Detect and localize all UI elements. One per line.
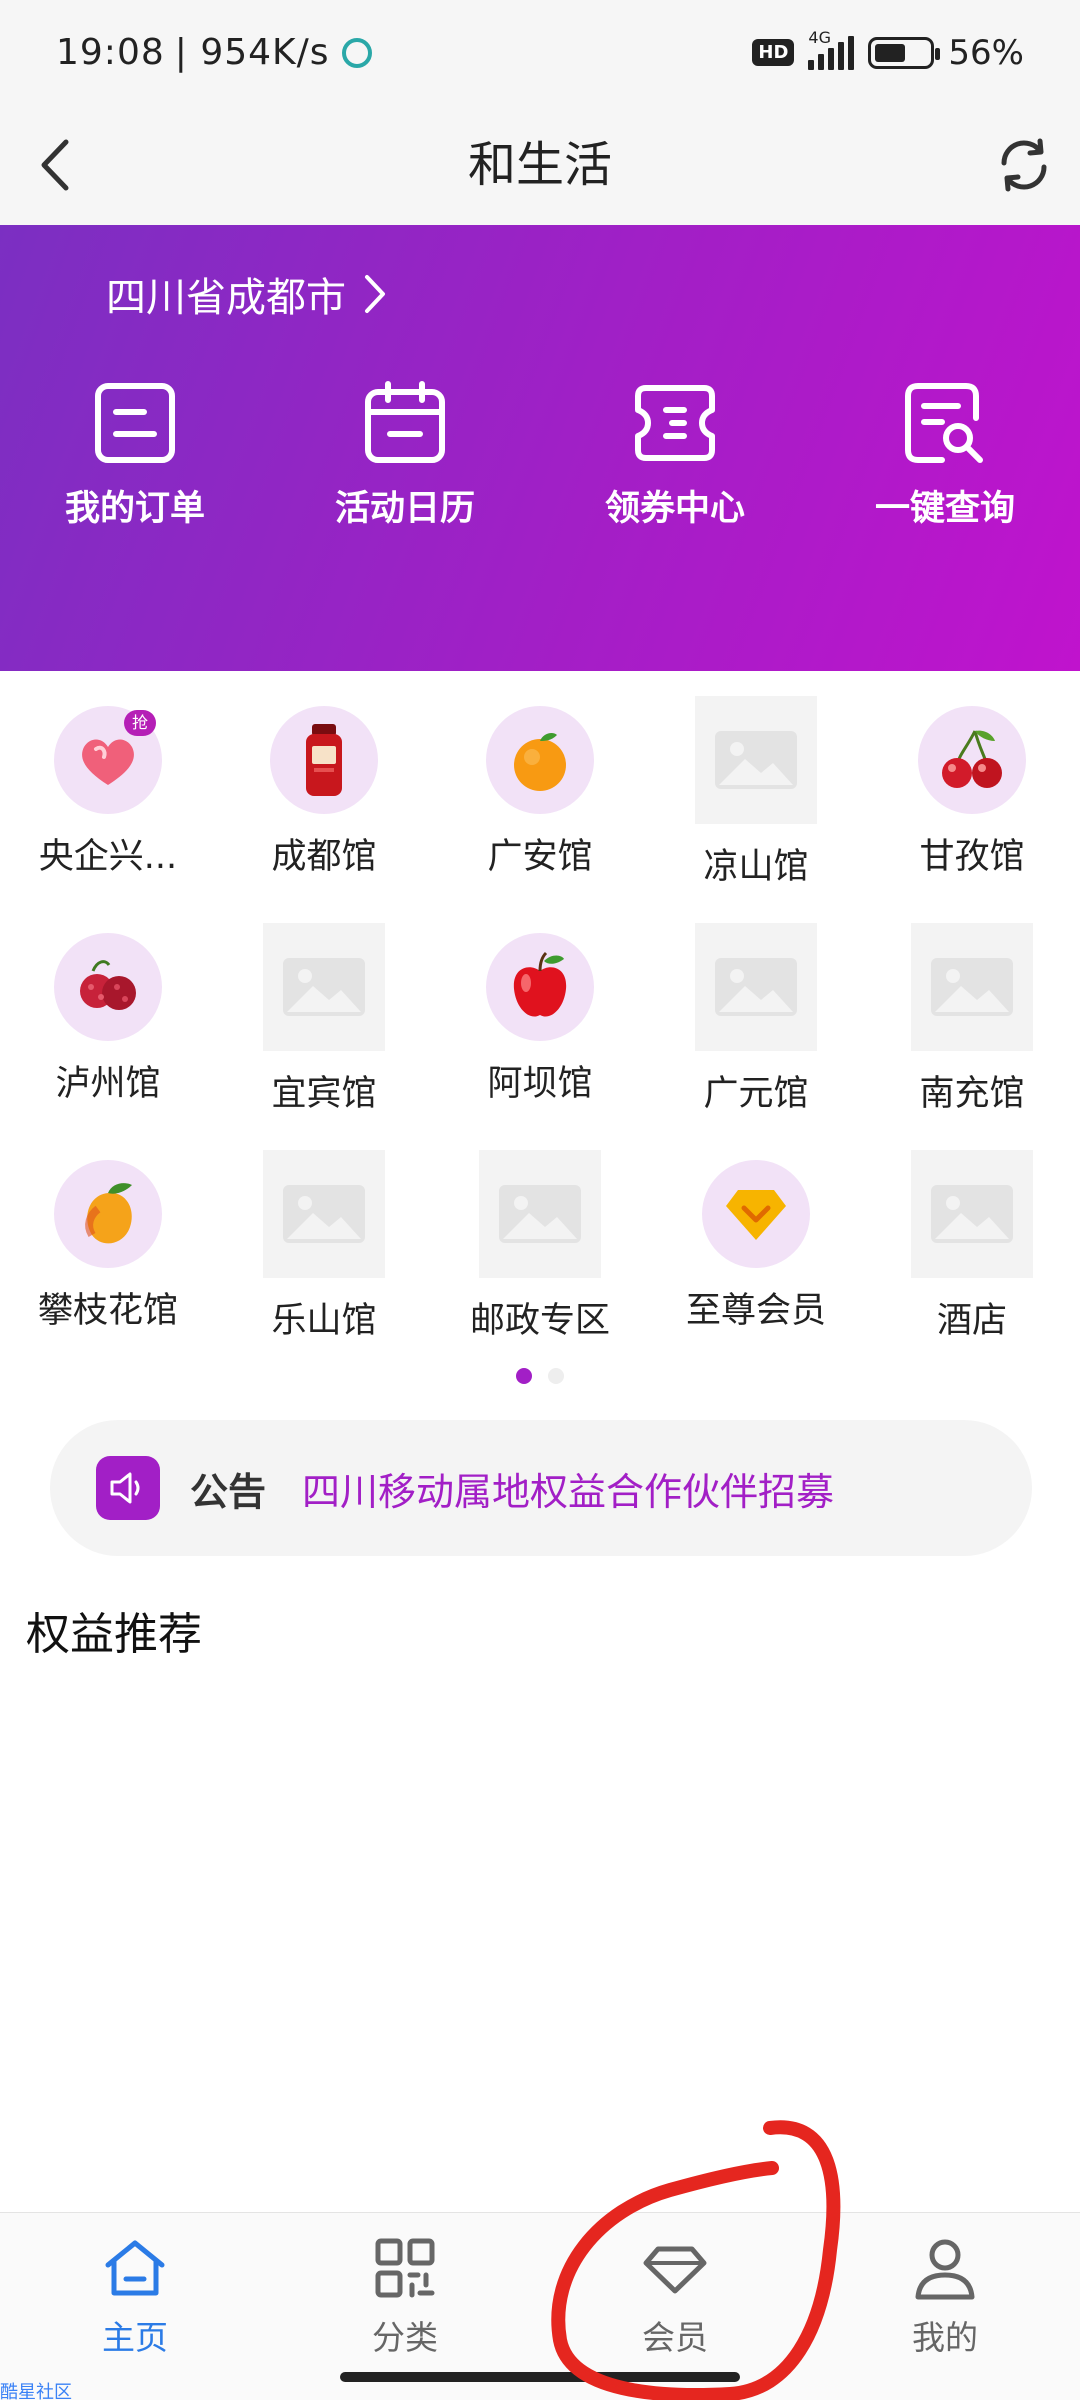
image-placeholder-icon — [911, 923, 1033, 1051]
page-dot — [548, 1368, 564, 1384]
page-title: 和生活 — [467, 137, 612, 193]
battery-icon — [868, 36, 941, 69]
category-badge: 抢 — [124, 710, 156, 736]
page-indicator — [0, 1368, 1080, 1384]
notice-label: 公告 — [190, 1469, 267, 1514]
jar-icon — [270, 706, 378, 814]
nav-mine[interactable]: 我的 — [810, 2213, 1080, 2400]
category-item[interactable]: 宜宾馆 — [216, 917, 432, 1144]
quick-action-label: 一键查询 — [874, 489, 1015, 529]
category-item[interactable]: 抢 央企兴... — [0, 690, 216, 917]
status-bar: 19:08 | 954K/s HD 4G 56% — [0, 0, 1080, 105]
battery-percent: 56% — [948, 32, 1024, 73]
apple-icon — [486, 933, 594, 1041]
category-item[interactable]: 甘孜馆 — [864, 690, 1080, 917]
category-item[interactable]: 成都馆 — [216, 690, 432, 917]
category-label: 阿坝馆 — [487, 1064, 593, 1104]
diamond-icon — [643, 2246, 707, 2294]
status-time: 19:08 — [56, 32, 165, 73]
category-label: 广元馆 — [703, 1074, 809, 1114]
notice-text[interactable]: 四川移动属地权益合作伙伴招募 — [302, 1461, 834, 1516]
nav-label: 主页 — [102, 2318, 168, 2357]
image-placeholder-icon — [263, 1150, 385, 1278]
heart-gift-icon: 抢 — [54, 706, 162, 814]
section-title: 权益推荐 — [26, 1609, 202, 1660]
chevron-right-icon — [365, 275, 385, 313]
quick-action-orders[interactable]: 我的订单 — [0, 380, 270, 531]
mango-icon — [54, 1160, 162, 1268]
network-type: 4G — [808, 27, 831, 47]
notice-bar[interactable]: 公告 四川移动属地权益合作伙伴招募 — [50, 1420, 1032, 1556]
category-item[interactable]: 乐山馆 — [216, 1144, 432, 1371]
category-item[interactable]: 广安馆 — [432, 690, 648, 917]
refresh-button[interactable] — [988, 129, 1060, 201]
category-item[interactable]: 攀枝花馆 — [0, 1144, 216, 1371]
status-right: HD 4G 56% — [752, 28, 1024, 73]
quick-action-label: 领券中心 — [604, 489, 745, 529]
category-label: 至尊会员 — [685, 1291, 826, 1331]
quick-action-calendar[interactable]: 活动日历 — [270, 380, 540, 531]
image-placeholder-icon — [263, 923, 385, 1051]
nav-label: 我的 — [912, 2318, 978, 2357]
category-label: 央企兴... — [38, 837, 178, 877]
category-item[interactable]: 邮政专区 — [432, 1144, 648, 1371]
speaker-icon — [96, 1456, 160, 1520]
refresh-icon — [1001, 138, 1047, 192]
grid-icon — [375, 2238, 435, 2298]
category-label: 宜宾馆 — [271, 1074, 377, 1114]
category-item[interactable]: 阿坝馆 — [432, 917, 648, 1144]
category-label: 成都馆 — [271, 837, 377, 877]
hd-badge: HD — [752, 39, 795, 66]
search-doc-icon — [905, 383, 983, 463]
category-grid: 抢 央企兴... 成都馆 广安馆 凉山馆 甘孜馆 泸州馆 宜宾馆 阿坝馆 广元馆… — [0, 690, 1080, 1371]
category-label: 邮政专区 — [469, 1301, 610, 1341]
user-icon — [915, 2239, 975, 2300]
page-dot-active — [516, 1368, 532, 1384]
home-icon — [105, 2240, 165, 2296]
nav-label: 分类 — [372, 2318, 438, 2357]
category-label: 南充馆 — [919, 1074, 1025, 1114]
quick-action-label: 活动日历 — [334, 489, 475, 529]
category-label: 攀枝花馆 — [37, 1291, 178, 1331]
orange-icon — [486, 706, 594, 814]
location-selector[interactable]: 四川省成都市 — [106, 265, 386, 323]
image-placeholder-icon — [479, 1150, 601, 1278]
category-label: 乐山馆 — [271, 1301, 377, 1341]
quick-action-label: 我的订单 — [64, 489, 205, 529]
nav-home[interactable]: 主页 — [0, 2213, 270, 2400]
calendar-icon — [365, 381, 445, 463]
category-item[interactable]: 酒店 — [864, 1144, 1080, 1371]
quick-action-coupons[interactable]: 领券中心 — [540, 380, 810, 531]
quick-actions: 我的订单 活动日历 领券中心 一键查询 — [0, 380, 1080, 531]
location-label: 四川省成都市 — [106, 275, 346, 321]
quick-action-query[interactable]: 一键查询 — [810, 380, 1080, 531]
status-speed: | 954K/s — [174, 32, 330, 73]
order-icon — [95, 383, 175, 463]
nav-label: 会员 — [642, 2318, 708, 2357]
home-indicator[interactable] — [340, 2372, 740, 2382]
cherry-icon — [918, 706, 1026, 814]
category-item[interactable]: 南充馆 — [864, 917, 1080, 1144]
diamond-badge-icon — [702, 1160, 810, 1268]
image-placeholder-icon — [695, 696, 817, 824]
title-bar: 和生活 — [0, 105, 1080, 225]
status-left: 19:08 | 954K/s — [56, 32, 372, 73]
category-label: 甘孜馆 — [919, 837, 1025, 877]
category-label: 凉山馆 — [703, 847, 809, 887]
category-item[interactable]: 泸州馆 — [0, 917, 216, 1144]
watermark: 酷星社区 — [0, 2382, 72, 2400]
category-label: 广安馆 — [487, 837, 593, 877]
image-placeholder-icon — [695, 923, 817, 1051]
category-item[interactable]: 凉山馆 — [648, 690, 864, 917]
category-label: 酒店 — [936, 1301, 1007, 1341]
category-label: 泸州馆 — [55, 1064, 161, 1104]
lychee-icon — [54, 933, 162, 1041]
network-operator-icon — [341, 37, 372, 68]
signal-icon: 4G — [808, 28, 855, 70]
image-placeholder-icon — [911, 1150, 1033, 1278]
category-item[interactable]: 至尊会员 — [648, 1144, 864, 1371]
hero-banner: 四川省成都市 我的订单 活动日历 领券中心 一键查询 — [0, 225, 1080, 671]
category-item[interactable]: 广元馆 — [648, 917, 864, 1144]
coupon-icon — [635, 385, 715, 461]
